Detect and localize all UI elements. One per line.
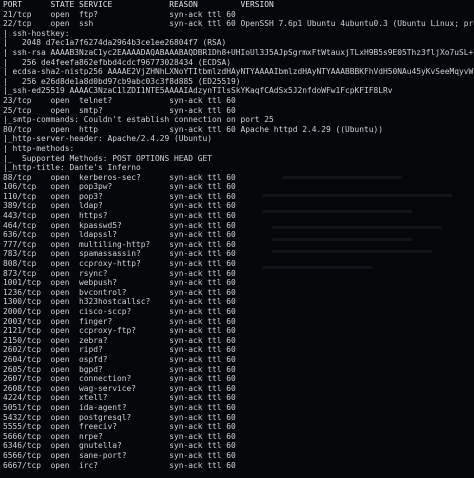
terminal-line: 5432/tcp open postgresql? syn-ack ttl 60 bbox=[3, 412, 236, 422]
terminal-line: 873/tcp open rsync? syn-ack ttl 60 bbox=[3, 268, 236, 278]
terminal-line: 2121/tcp open ccproxy-ftp? syn-ack ttl 6… bbox=[3, 326, 236, 336]
terminal-line: 5051/tcp open ida-agent? syn-ack ttl 60 bbox=[3, 402, 236, 412]
terminal-line: 1236/tcp open bvcontrol? syn-ack ttl 60 bbox=[3, 287, 236, 297]
terminal-line: | ssh-rsa AAAAB3NzaC1yc2EAAAADAQABAAABAQ… bbox=[3, 47, 474, 57]
terminal-line: 2605/tcp open bgpd? syn-ack ttl 60 bbox=[3, 364, 236, 374]
terminal-line: 2150/tcp open zebra? syn-ack ttl 60 bbox=[3, 335, 236, 345]
terminal-line: 2602/tcp open ripd? syn-ack ttl 60 bbox=[3, 345, 236, 355]
terminal-line: 2604/tcp open ospfd? syn-ack ttl 60 bbox=[3, 354, 236, 364]
terminal-line: 88/tcp open kerberos-sec? syn-ack ttl 60 bbox=[3, 172, 236, 182]
terminal-line: 21/tcp open ftp? syn-ack ttl 60 bbox=[3, 9, 236, 19]
terminal-line: |_smtp-commands: Couldn't establish conn… bbox=[3, 115, 274, 125]
terminal-line: 6667/tcp open irc? syn-ack ttl 60 bbox=[3, 460, 236, 470]
terminal-line: 443/tcp open https? syn-ack ttl 60 bbox=[3, 211, 236, 221]
terminal-line: | 256 de4feefa862efbbd4cdcf96773028434 (… bbox=[3, 57, 232, 67]
terminal-line: 110/tcp open pop3? syn-ack ttl 60 bbox=[3, 191, 236, 201]
terminal-line: 777/tcp open multiling-http? syn-ack ttl… bbox=[3, 239, 236, 249]
terminal-line: 2003/tcp open finger? syn-ack ttl 60 bbox=[3, 316, 236, 326]
terminal-line: |_ Supported Methods: POST OPTIONS HEAD … bbox=[3, 153, 213, 163]
terminal-line: 5666/tcp open nrpe? syn-ack ttl 60 bbox=[3, 431, 236, 441]
terminal-line: 80/tcp open http syn-ack ttl 60 Apache h… bbox=[3, 124, 384, 134]
terminal-line: | 2048 d7ec1a7f6274da2964b3ce1ee26804f7 … bbox=[3, 38, 227, 48]
terminal-line: 6346/tcp open gnutella? syn-ack ttl 60 bbox=[3, 441, 236, 451]
terminal-output[interactable]: PORT STATE SERVICE REASON VERSION 21/tcp … bbox=[3, 0, 474, 478]
terminal-line: 636/tcp open ldapssl? syn-ack ttl 60 bbox=[3, 230, 236, 240]
terminal-line: 1001/tcp open webpush? syn-ack ttl 60 bbox=[3, 278, 236, 288]
terminal-line: 22/tcp open ssh syn-ack ttl 60 OpenSSH 7… bbox=[3, 19, 474, 29]
terminal-line: 2608/tcp open wag-service? syn-ack ttl 6… bbox=[3, 383, 236, 393]
terminal-line: 464/tcp open kpasswd5? syn-ack ttl 60 bbox=[3, 220, 236, 230]
terminal-line: |_http-server-header: Apache/2.4.29 (Ubu… bbox=[3, 134, 213, 144]
terminal-line: | http-methods: bbox=[3, 143, 75, 153]
terminal-line: 783/tcp open spamassassin? syn-ack ttl 6… bbox=[3, 249, 236, 259]
terminal-line: 6566/tcp open sane-port? syn-ack ttl 60 bbox=[3, 450, 236, 460]
terminal-line: | 256 e26d8de1a8d0bd97cb9abc03c3f8d885 (… bbox=[3, 76, 241, 86]
terminal-line: 2000/tcp open cisco-sccp? syn-ack ttl 60 bbox=[3, 307, 236, 316]
terminal-header-line: PORT STATE SERVICE REASON VERSION bbox=[3, 0, 274, 9]
terminal-line: |_ssh-ed25519 AAAAC3NzaC1lZDI1NTE5AAAAIA… bbox=[3, 86, 393, 96]
terminal-line: | ssh-hostkey: bbox=[3, 28, 70, 38]
terminal-line: |_http-title: Dante's Inferno bbox=[3, 163, 141, 173]
terminal-line: 23/tcp open telnet? syn-ack ttl 60 bbox=[3, 95, 236, 105]
terminal-line: 2607/tcp open connection? syn-ack ttl 60 bbox=[3, 374, 236, 384]
terminal-line: 808/tcp open ccproxy-http? syn-ack ttl 6… bbox=[3, 259, 236, 269]
terminal-line: 389/tcp open ldap? syn-ack ttl 60 bbox=[3, 201, 236, 211]
terminal-line: 106/tcp open pop3pw? syn-ack ttl 60 bbox=[3, 182, 236, 192]
terminal-line: 4224/tcp open xtell? syn-ack ttl 60 bbox=[3, 393, 236, 403]
terminal-line: 5555/tcp open freeciv? syn-ack ttl 60 bbox=[3, 422, 236, 432]
terminal-line: 1300/tcp open h323hostcallsc? syn-ack tt… bbox=[3, 297, 236, 307]
terminal-line: | ecdsa-sha2-nistp256 AAAAE2VjZHNhLXNoYT… bbox=[3, 67, 474, 77]
terminal-line: 25/tcp open smtp? syn-ack ttl 60 bbox=[3, 105, 236, 115]
